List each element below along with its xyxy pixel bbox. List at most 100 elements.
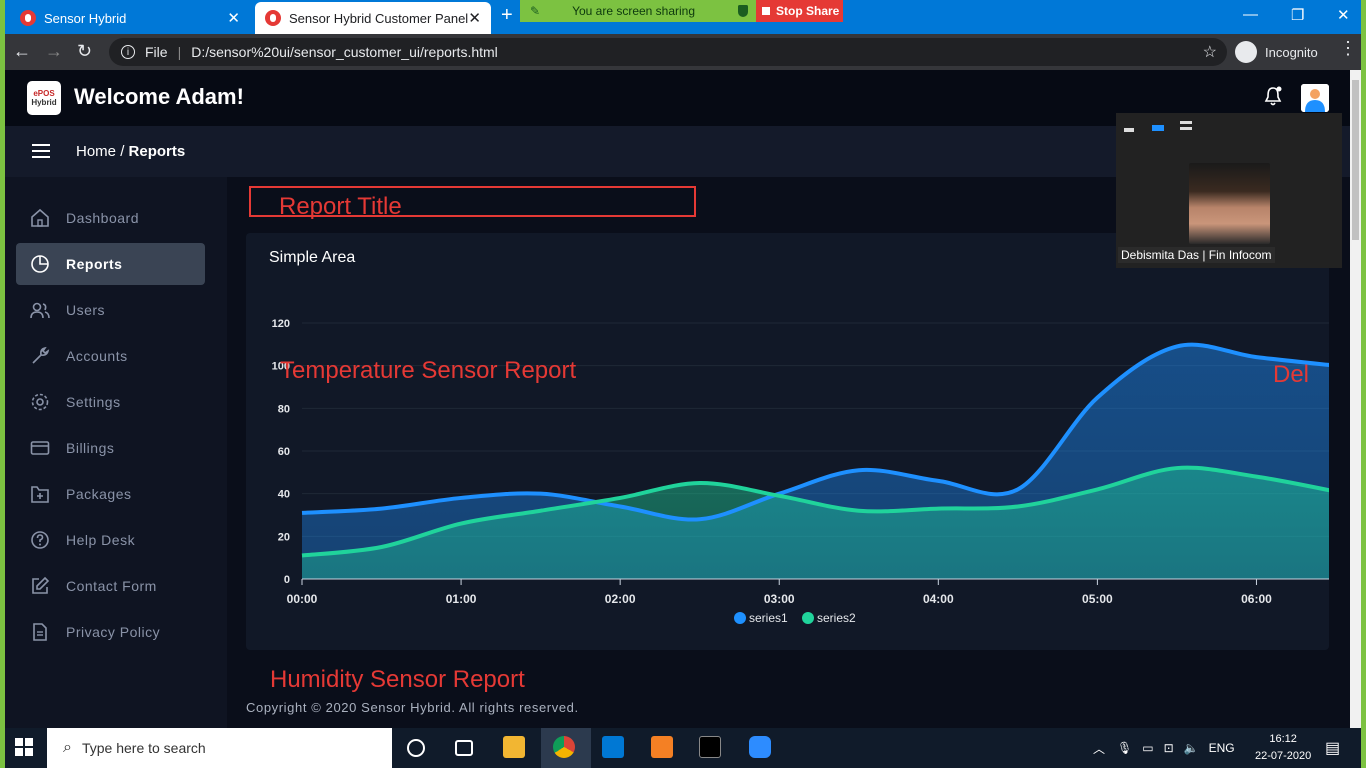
vscode-icon[interactable]	[602, 736, 624, 758]
url-separator: |	[177, 44, 182, 60]
menu-kebab-icon[interactable]: ⋮	[1339, 38, 1357, 59]
breadcrumb-home[interactable]: Home	[76, 143, 116, 160]
legend-marker-series1	[734, 612, 746, 624]
minimize-icon[interactable]: —	[1243, 6, 1258, 23]
gallery-view-icon[interactable]	[1180, 121, 1192, 124]
x-tick-label: 01:00	[446, 592, 477, 606]
users-icon	[30, 302, 50, 319]
x-tick-label: 00:00	[287, 592, 318, 606]
sidebar-item-billings[interactable]: Billings	[16, 427, 205, 469]
sidebar-item-privacy-policy[interactable]: Privacy Policy	[16, 611, 205, 653]
url-scheme: File	[145, 44, 168, 60]
legend-label-series2: series2	[817, 611, 856, 625]
sidebar-item-contact-form[interactable]: Contact Form	[16, 565, 205, 607]
logo-text-bottom: Hybrid	[31, 98, 57, 107]
sidebar-item-settings[interactable]: Settings	[16, 381, 205, 423]
hamburger-menu-icon[interactable]	[32, 144, 50, 158]
gallery-view-icon-bar	[1180, 127, 1192, 130]
stop-share-button[interactable]: Stop Share	[756, 0, 843, 22]
incognito-badge[interactable]: Incognito	[1235, 38, 1318, 66]
tab-title: Sensor Hybrid Customer Panel	[289, 10, 469, 26]
sidebar-item-reports[interactable]: Reports	[16, 243, 205, 285]
footer-copyright: Copyright © 2020 Sensor Hybrid. All righ…	[246, 700, 579, 715]
file-explorer-icon[interactable]	[503, 736, 525, 758]
logo-text-top: ePOS	[33, 89, 55, 98]
close-tab-icon[interactable]: ✕	[227, 9, 240, 27]
back-icon[interactable]: ←	[13, 41, 31, 62]
legend-label-series1: series1	[749, 611, 788, 625]
microphone-icon[interactable]: 🎙	[1117, 741, 1132, 755]
taskbar-search-input[interactable]: ⌕ Type here to search	[47, 728, 392, 768]
close-tab-icon[interactable]: ✕	[468, 9, 481, 27]
credit-card-icon	[30, 441, 50, 455]
terminal-icon[interactable]	[699, 736, 721, 758]
clock[interactable]: 16:12 22-07-2020	[1255, 731, 1311, 765]
wrench-icon	[32, 346, 50, 364]
speaker-view-icon[interactable]	[1152, 125, 1164, 131]
sidebar-item-dashboard[interactable]: Dashboard	[16, 197, 205, 239]
gear-icon	[31, 393, 49, 411]
sidebar: Dashboard Reports Users Accounts Setting…	[5, 177, 227, 728]
reload-icon[interactable]: ↻	[77, 41, 92, 62]
new-tab-icon[interactable]: +	[501, 4, 513, 27]
sidebar-item-label: Accounts	[66, 348, 128, 364]
notification-bell-icon[interactable]	[1263, 86, 1283, 108]
tab-customer-panel[interactable]: Sensor Hybrid Customer Panel ✕	[255, 2, 491, 34]
notifications-icon[interactable]: ▤	[1325, 738, 1340, 758]
scrollbar-thumb[interactable]	[1352, 80, 1359, 240]
tab-sensor-hybrid[interactable]: Sensor Hybrid ✕	[10, 2, 250, 34]
volume-icon[interactable]: 🔈	[1184, 741, 1199, 755]
chart-card: Simple Area 0 20 40 60 80 100 120 00:00 01:00 02:…	[246, 233, 1329, 650]
sidebar-item-packages[interactable]: Packages	[16, 473, 205, 515]
breadcrumb-separator: /	[120, 143, 125, 160]
sidebar-item-label: Settings	[66, 394, 121, 410]
favicon-icon	[265, 10, 281, 26]
cortana-icon[interactable]	[407, 739, 425, 757]
task-view-icon[interactable]	[455, 740, 473, 756]
zoom-icon[interactable]	[749, 736, 771, 758]
sidebar-item-label: Privacy Policy	[66, 624, 161, 640]
forward-icon[interactable]: →	[45, 41, 63, 62]
sublime-icon[interactable]	[651, 736, 673, 758]
tab-title: Sensor Hybrid	[44, 10, 127, 26]
participant-video	[1189, 163, 1270, 244]
close-window-icon[interactable]: ✕	[1337, 6, 1350, 24]
info-icon[interactable]: i	[121, 45, 135, 59]
annotation-temperature: Temperature Sensor Report	[280, 357, 577, 384]
sidebar-item-accounts[interactable]: Accounts	[16, 335, 205, 377]
share-icon: ✎	[530, 4, 541, 18]
sidebar-item-label: Billings	[66, 440, 115, 456]
app-logo[interactable]: ePOS Hybrid	[27, 81, 61, 115]
sidebar-item-users[interactable]: Users	[16, 289, 205, 331]
sidebar-item-label: Reports	[66, 256, 123, 272]
windows-start-icon[interactable]	[15, 738, 33, 756]
bookmark-star-icon[interactable]: ☆	[1203, 42, 1217, 62]
page-scrollbar[interactable]	[1350, 70, 1361, 728]
sidebar-item-label: Packages	[66, 486, 132, 502]
battery-icon[interactable]: ▭	[1142, 741, 1153, 755]
share-text: You are screen sharing	[572, 4, 696, 18]
user-avatar[interactable]	[1301, 84, 1329, 112]
chrome-icon[interactable]	[553, 736, 575, 758]
video-call-window[interactable]: Debismita Das | Fin Infocom	[1116, 113, 1342, 268]
y-tick-label: 120	[272, 318, 290, 330]
language-indicator[interactable]: ENG	[1209, 741, 1235, 755]
minimize-video-icon[interactable]	[1124, 128, 1134, 132]
restore-icon[interactable]: ❐	[1291, 6, 1304, 24]
participant-name: Debismita Das | Fin Infocom	[1118, 247, 1275, 263]
sidebar-item-help-desk[interactable]: Help Desk	[16, 519, 205, 561]
pie-chart-icon	[31, 255, 49, 273]
sidebar-item-label: Contact Form	[66, 578, 157, 594]
shield-icon	[738, 5, 748, 17]
annotation-del: Del	[1273, 361, 1310, 388]
incognito-icon	[1235, 41, 1257, 63]
report-title-box[interactable]: Report Title	[249, 186, 696, 220]
y-tick-label: 20	[278, 531, 290, 543]
url-input[interactable]: i File | D:/sensor%20ui/sensor_customer_…	[109, 38, 1227, 66]
area-chart: 02040608010012000:00 01:00 02:00 03:00 04:00…	[272, 318, 1329, 625]
network-icon[interactable]: ⊡	[1164, 741, 1174, 755]
address-bar: ← → ↻ i File | D:/sensor%20ui/sensor_cus…	[5, 34, 1361, 70]
tray-chevron-icon[interactable]: ︿	[1093, 740, 1105, 757]
favicon-icon	[20, 10, 36, 26]
sidebar-item-label: Help Desk	[66, 532, 136, 548]
